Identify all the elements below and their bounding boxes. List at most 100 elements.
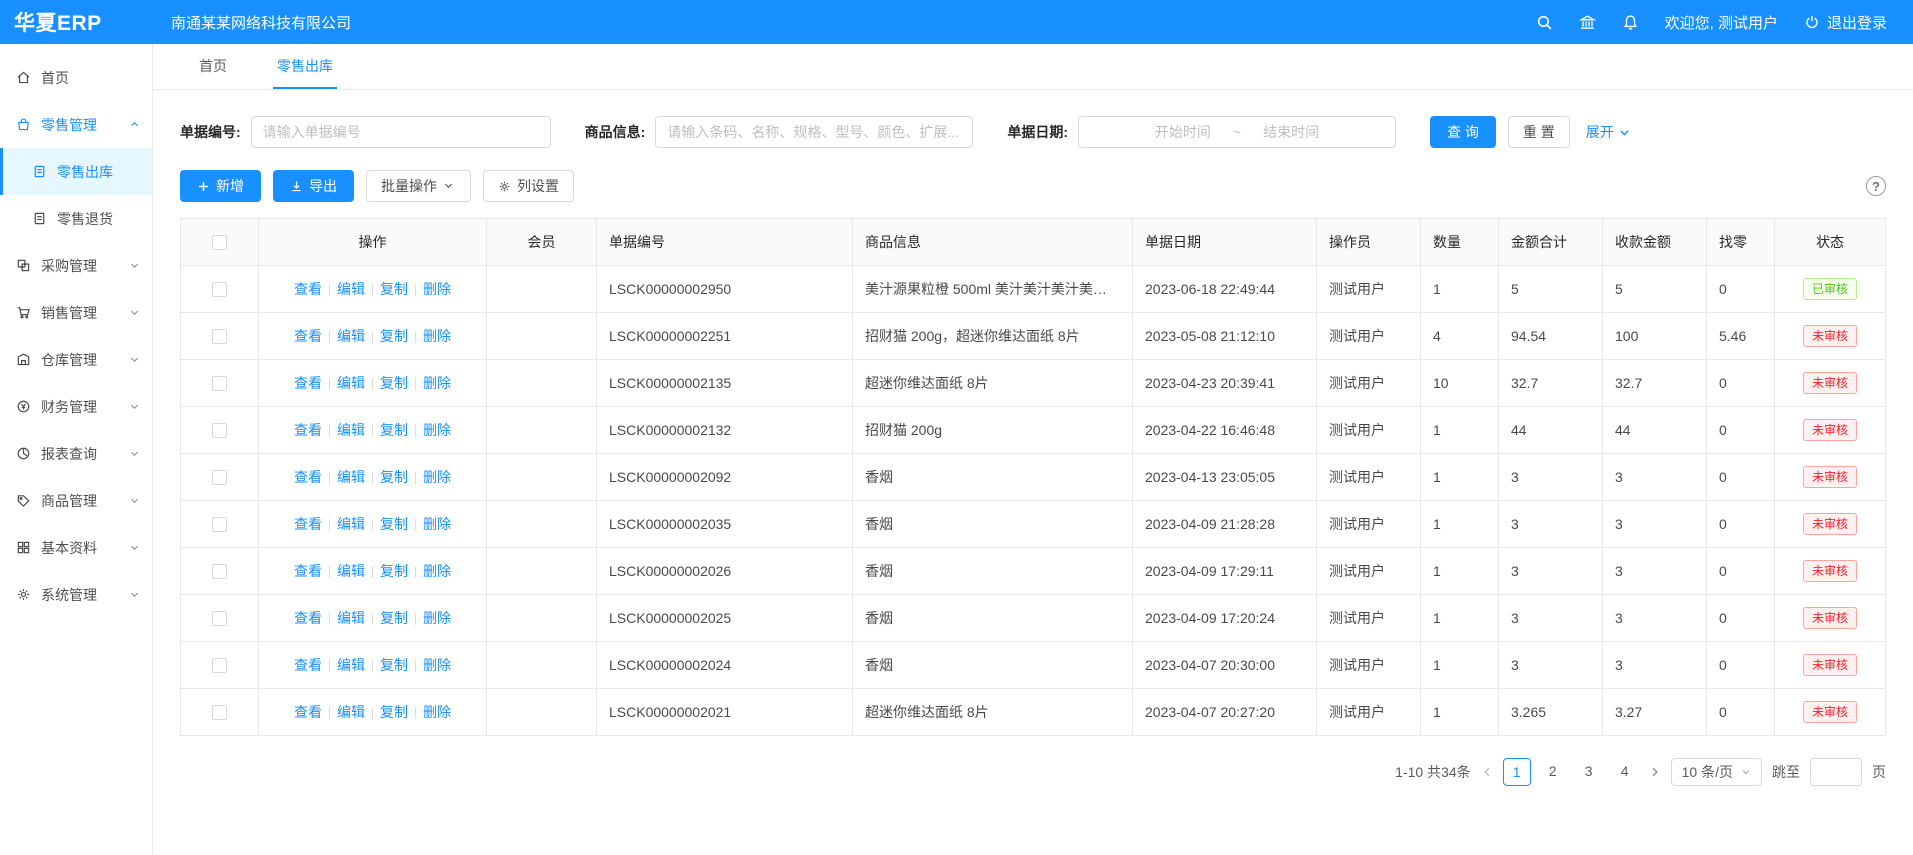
page-button-4[interactable]: 4 xyxy=(1611,758,1639,786)
row-checkbox[interactable] xyxy=(212,658,227,673)
row-checkbox[interactable] xyxy=(212,517,227,532)
row-action-copy[interactable]: 复制 xyxy=(380,704,408,720)
row-action-delete[interactable]: 删除 xyxy=(423,375,451,391)
row-action-view[interactable]: 查看 xyxy=(294,281,322,297)
page-button-1[interactable]: 1 xyxy=(1503,758,1531,786)
header-paid: 收款金额 xyxy=(1603,219,1707,266)
row-action-view[interactable]: 查看 xyxy=(294,469,322,485)
row-action-delete[interactable]: 删除 xyxy=(423,281,451,297)
row-action-edit[interactable]: 编辑 xyxy=(337,469,365,485)
row-action-view[interactable]: 查看 xyxy=(294,704,322,720)
sidebar-item-basic-data[interactable]: 基本资料 xyxy=(0,524,152,571)
page-size-select[interactable]: 10 条/页 xyxy=(1671,758,1762,786)
page-button-2[interactable]: 2 xyxy=(1539,758,1567,786)
row-checkbox[interactable] xyxy=(212,564,227,579)
jump-input[interactable] xyxy=(1810,758,1862,786)
row-action-copy[interactable]: 复制 xyxy=(380,516,408,532)
sidebar-item-retail-management[interactable]: 零售管理 xyxy=(0,101,152,148)
action-separator xyxy=(415,472,416,484)
next-page-button[interactable] xyxy=(1649,766,1661,778)
search-button[interactable]: 查 询 xyxy=(1430,116,1496,148)
row-action-delete[interactable]: 删除 xyxy=(423,610,451,626)
cell-bill-no: LSCK00000002025 xyxy=(597,595,853,642)
row-action-delete[interactable]: 删除 xyxy=(423,469,451,485)
row-action-delete[interactable]: 删除 xyxy=(423,563,451,579)
sidebar-item-finance-management[interactable]: 财务管理 xyxy=(0,383,152,430)
row-action-view[interactable]: 查看 xyxy=(294,563,322,579)
row-action-copy[interactable]: 复制 xyxy=(380,375,408,391)
row-action-copy[interactable]: 复制 xyxy=(380,422,408,438)
row-checkbox[interactable] xyxy=(212,423,227,438)
row-checkbox[interactable] xyxy=(212,470,227,485)
cell-member xyxy=(487,266,597,313)
row-action-delete[interactable]: 删除 xyxy=(423,657,451,673)
row-action-delete[interactable]: 删除 xyxy=(423,422,451,438)
row-action-edit[interactable]: 编辑 xyxy=(337,375,365,391)
page-button-3[interactable]: 3 xyxy=(1575,758,1603,786)
sidebar-item-warehouse-management[interactable]: 仓库管理 xyxy=(0,336,152,383)
sidebar-item-report-query[interactable]: 报表查询 xyxy=(0,430,152,477)
date-range-picker[interactable]: 开始时间 ~ 结束时间 xyxy=(1078,116,1396,148)
row-checkbox[interactable] xyxy=(212,329,227,344)
add-button[interactable]: 新增 xyxy=(180,170,261,202)
material-input[interactable] xyxy=(655,116,973,148)
select-all-checkbox[interactable] xyxy=(212,235,227,250)
row-action-delete[interactable]: 删除 xyxy=(423,516,451,532)
cell-operator: 测试用户 xyxy=(1317,501,1421,548)
column-settings-button[interactable]: 列设置 xyxy=(483,170,574,202)
row-action-edit[interactable]: 编辑 xyxy=(337,516,365,532)
notification-bell-icon[interactable] xyxy=(1622,14,1639,31)
action-separator xyxy=(329,707,330,719)
row-action-edit[interactable]: 编辑 xyxy=(337,422,365,438)
action-separator xyxy=(415,566,416,578)
platform-building-icon[interactable] xyxy=(1579,14,1596,31)
cell-status: 未审核 xyxy=(1775,642,1886,689)
bill-no-input[interactable] xyxy=(251,116,551,148)
row-action-view[interactable]: 查看 xyxy=(294,422,322,438)
cell-member xyxy=(487,595,597,642)
row-action-edit[interactable]: 编辑 xyxy=(337,704,365,720)
logout-button[interactable]: 退出登录 xyxy=(1804,12,1887,33)
row-checkbox[interactable] xyxy=(212,282,227,297)
expand-link[interactable]: 展开 xyxy=(1586,122,1631,142)
batch-actions-button[interactable]: 批量操作 xyxy=(366,170,471,202)
row-action-copy[interactable]: 复制 xyxy=(380,563,408,579)
row-action-copy[interactable]: 复制 xyxy=(380,469,408,485)
row-action-view[interactable]: 查看 xyxy=(294,516,322,532)
sidebar-item-home[interactable]: 首页 xyxy=(0,54,152,101)
row-actions-cell: 查看编辑复制删除 xyxy=(259,642,487,689)
row-action-edit[interactable]: 编辑 xyxy=(337,657,365,673)
row-action-copy[interactable]: 复制 xyxy=(380,657,408,673)
prev-page-button[interactable] xyxy=(1481,766,1493,778)
cell-total: 94.54 xyxy=(1499,313,1603,360)
sidebar-item-system-management[interactable]: 系统管理 xyxy=(0,571,152,618)
sidebar-item-goods-management[interactable]: 商品管理 xyxy=(0,477,152,524)
tab-home[interactable]: 首页 xyxy=(195,44,231,89)
sidebar-item-sales-management[interactable]: 销售管理 xyxy=(0,289,152,336)
row-action-edit[interactable]: 编辑 xyxy=(337,563,365,579)
export-button[interactable]: 导出 xyxy=(273,170,354,202)
row-action-edit[interactable]: 编辑 xyxy=(337,328,365,344)
row-action-view[interactable]: 查看 xyxy=(294,375,322,391)
row-action-edit[interactable]: 编辑 xyxy=(337,610,365,626)
row-action-view[interactable]: 查看 xyxy=(294,657,322,673)
help-icon[interactable]: ? xyxy=(1866,176,1886,196)
row-action-delete[interactable]: 删除 xyxy=(423,328,451,344)
row-action-edit[interactable]: 编辑 xyxy=(337,281,365,297)
reset-button[interactable]: 重 置 xyxy=(1508,116,1570,148)
tab-retail-outbound[interactable]: 零售出库 xyxy=(273,44,337,89)
row-action-copy[interactable]: 复制 xyxy=(380,281,408,297)
row-action-copy[interactable]: 复制 xyxy=(380,328,408,344)
row-action-delete[interactable]: 删除 xyxy=(423,704,451,720)
sidebar-item-purchase-management[interactable]: 采购管理 xyxy=(0,242,152,289)
row-checkbox[interactable] xyxy=(212,376,227,391)
search-icon[interactable] xyxy=(1536,14,1553,31)
row-action-copy[interactable]: 复制 xyxy=(380,610,408,626)
row-action-view[interactable]: 查看 xyxy=(294,328,322,344)
sidebar-item-retail-outbound[interactable]: 零售出库 xyxy=(0,148,152,195)
row-checkbox[interactable] xyxy=(212,705,227,720)
row-action-view[interactable]: 查看 xyxy=(294,610,322,626)
sidebar-item-retail-return[interactable]: 零售退货 xyxy=(0,195,152,242)
row-checkbox[interactable] xyxy=(212,611,227,626)
welcome-user[interactable]: 欢迎您, 测试用户 xyxy=(1665,12,1778,33)
